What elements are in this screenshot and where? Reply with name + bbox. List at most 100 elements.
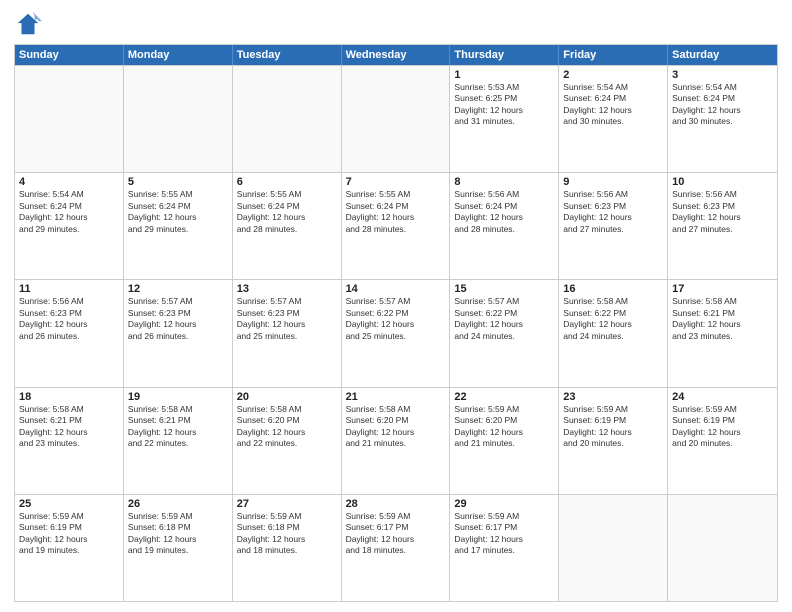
cell-day-number: 1 bbox=[454, 69, 554, 81]
cell-info: Sunrise: 5:59 AM Sunset: 6:19 PM Dayligh… bbox=[19, 511, 119, 557]
calendar-cell: 20Sunrise: 5:58 AM Sunset: 6:20 PM Dayli… bbox=[233, 388, 342, 494]
calendar-cell: 26Sunrise: 5:59 AM Sunset: 6:18 PM Dayli… bbox=[124, 495, 233, 601]
cell-info: Sunrise: 5:59 AM Sunset: 6:17 PM Dayligh… bbox=[454, 511, 554, 557]
calendar-cell: 28Sunrise: 5:59 AM Sunset: 6:17 PM Dayli… bbox=[342, 495, 451, 601]
calendar-cell: 14Sunrise: 5:57 AM Sunset: 6:22 PM Dayli… bbox=[342, 280, 451, 386]
calendar-week-1: 4Sunrise: 5:54 AM Sunset: 6:24 PM Daylig… bbox=[15, 172, 777, 279]
header-day-tuesday: Tuesday bbox=[233, 45, 342, 65]
header-day-wednesday: Wednesday bbox=[342, 45, 451, 65]
page: SundayMondayTuesdayWednesdayThursdayFrid… bbox=[0, 0, 792, 612]
logo-icon bbox=[14, 10, 42, 38]
calendar-cell: 18Sunrise: 5:58 AM Sunset: 6:21 PM Dayli… bbox=[15, 388, 124, 494]
cell-day-number: 25 bbox=[19, 498, 119, 510]
calendar-cell: 13Sunrise: 5:57 AM Sunset: 6:23 PM Dayli… bbox=[233, 280, 342, 386]
cell-info: Sunrise: 5:59 AM Sunset: 6:19 PM Dayligh… bbox=[672, 404, 773, 450]
calendar-week-2: 11Sunrise: 5:56 AM Sunset: 6:23 PM Dayli… bbox=[15, 279, 777, 386]
cell-day-number: 26 bbox=[128, 498, 228, 510]
calendar-cell: 4Sunrise: 5:54 AM Sunset: 6:24 PM Daylig… bbox=[15, 173, 124, 279]
calendar-cell: 16Sunrise: 5:58 AM Sunset: 6:22 PM Dayli… bbox=[559, 280, 668, 386]
cell-info: Sunrise: 5:56 AM Sunset: 6:24 PM Dayligh… bbox=[454, 189, 554, 235]
calendar-cell: 12Sunrise: 5:57 AM Sunset: 6:23 PM Dayli… bbox=[124, 280, 233, 386]
calendar-cell: 11Sunrise: 5:56 AM Sunset: 6:23 PM Dayli… bbox=[15, 280, 124, 386]
cell-info: Sunrise: 5:53 AM Sunset: 6:25 PM Dayligh… bbox=[454, 82, 554, 128]
cell-info: Sunrise: 5:59 AM Sunset: 6:17 PM Dayligh… bbox=[346, 511, 446, 557]
cell-info: Sunrise: 5:59 AM Sunset: 6:19 PM Dayligh… bbox=[563, 404, 663, 450]
cell-day-number: 8 bbox=[454, 176, 554, 188]
cell-info: Sunrise: 5:58 AM Sunset: 6:22 PM Dayligh… bbox=[563, 296, 663, 342]
cell-info: Sunrise: 5:58 AM Sunset: 6:21 PM Dayligh… bbox=[672, 296, 773, 342]
calendar-cell: 6Sunrise: 5:55 AM Sunset: 6:24 PM Daylig… bbox=[233, 173, 342, 279]
cell-day-number: 3 bbox=[672, 69, 773, 81]
cell-info: Sunrise: 5:56 AM Sunset: 6:23 PM Dayligh… bbox=[672, 189, 773, 235]
cell-info: Sunrise: 5:59 AM Sunset: 6:18 PM Dayligh… bbox=[128, 511, 228, 557]
cell-day-number: 17 bbox=[672, 283, 773, 295]
cell-info: Sunrise: 5:57 AM Sunset: 6:22 PM Dayligh… bbox=[454, 296, 554, 342]
calendar-cell bbox=[668, 495, 777, 601]
calendar-cell: 29Sunrise: 5:59 AM Sunset: 6:17 PM Dayli… bbox=[450, 495, 559, 601]
cell-info: Sunrise: 5:55 AM Sunset: 6:24 PM Dayligh… bbox=[237, 189, 337, 235]
cell-day-number: 20 bbox=[237, 391, 337, 403]
cell-day-number: 10 bbox=[672, 176, 773, 188]
calendar-cell: 25Sunrise: 5:59 AM Sunset: 6:19 PM Dayli… bbox=[15, 495, 124, 601]
calendar-cell: 21Sunrise: 5:58 AM Sunset: 6:20 PM Dayli… bbox=[342, 388, 451, 494]
cell-day-number: 6 bbox=[237, 176, 337, 188]
cell-day-number: 22 bbox=[454, 391, 554, 403]
cell-info: Sunrise: 5:54 AM Sunset: 6:24 PM Dayligh… bbox=[563, 82, 663, 128]
cell-day-number: 21 bbox=[346, 391, 446, 403]
header-day-monday: Monday bbox=[124, 45, 233, 65]
cell-day-number: 2 bbox=[563, 69, 663, 81]
calendar-cell bbox=[15, 66, 124, 172]
cell-day-number: 18 bbox=[19, 391, 119, 403]
calendar-cell bbox=[124, 66, 233, 172]
header-day-thursday: Thursday bbox=[450, 45, 559, 65]
calendar-cell: 24Sunrise: 5:59 AM Sunset: 6:19 PM Dayli… bbox=[668, 388, 777, 494]
cell-info: Sunrise: 5:58 AM Sunset: 6:21 PM Dayligh… bbox=[19, 404, 119, 450]
header-day-saturday: Saturday bbox=[668, 45, 777, 65]
calendar-cell: 1Sunrise: 5:53 AM Sunset: 6:25 PM Daylig… bbox=[450, 66, 559, 172]
cell-day-number: 29 bbox=[454, 498, 554, 510]
cell-day-number: 12 bbox=[128, 283, 228, 295]
cell-day-number: 5 bbox=[128, 176, 228, 188]
calendar-cell: 10Sunrise: 5:56 AM Sunset: 6:23 PM Dayli… bbox=[668, 173, 777, 279]
cell-day-number: 28 bbox=[346, 498, 446, 510]
cell-info: Sunrise: 5:59 AM Sunset: 6:18 PM Dayligh… bbox=[237, 511, 337, 557]
cell-info: Sunrise: 5:56 AM Sunset: 6:23 PM Dayligh… bbox=[19, 296, 119, 342]
cell-day-number: 4 bbox=[19, 176, 119, 188]
calendar-body: 1Sunrise: 5:53 AM Sunset: 6:25 PM Daylig… bbox=[15, 65, 777, 601]
cell-info: Sunrise: 5:58 AM Sunset: 6:20 PM Dayligh… bbox=[346, 404, 446, 450]
calendar-cell bbox=[559, 495, 668, 601]
calendar-cell: 19Sunrise: 5:58 AM Sunset: 6:21 PM Dayli… bbox=[124, 388, 233, 494]
calendar-cell: 9Sunrise: 5:56 AM Sunset: 6:23 PM Daylig… bbox=[559, 173, 668, 279]
cell-info: Sunrise: 5:57 AM Sunset: 6:23 PM Dayligh… bbox=[128, 296, 228, 342]
calendar-week-0: 1Sunrise: 5:53 AM Sunset: 6:25 PM Daylig… bbox=[15, 65, 777, 172]
header-day-sunday: Sunday bbox=[15, 45, 124, 65]
calendar-cell: 7Sunrise: 5:55 AM Sunset: 6:24 PM Daylig… bbox=[342, 173, 451, 279]
calendar-cell: 8Sunrise: 5:56 AM Sunset: 6:24 PM Daylig… bbox=[450, 173, 559, 279]
header bbox=[14, 10, 778, 38]
cell-day-number: 16 bbox=[563, 283, 663, 295]
calendar-header: SundayMondayTuesdayWednesdayThursdayFrid… bbox=[15, 45, 777, 65]
cell-day-number: 24 bbox=[672, 391, 773, 403]
calendar-cell bbox=[342, 66, 451, 172]
cell-info: Sunrise: 5:55 AM Sunset: 6:24 PM Dayligh… bbox=[346, 189, 446, 235]
cell-day-number: 9 bbox=[563, 176, 663, 188]
cell-info: Sunrise: 5:54 AM Sunset: 6:24 PM Dayligh… bbox=[19, 189, 119, 235]
cell-day-number: 7 bbox=[346, 176, 446, 188]
calendar-cell: 17Sunrise: 5:58 AM Sunset: 6:21 PM Dayli… bbox=[668, 280, 777, 386]
cell-info: Sunrise: 5:57 AM Sunset: 6:23 PM Dayligh… bbox=[237, 296, 337, 342]
calendar-cell: 27Sunrise: 5:59 AM Sunset: 6:18 PM Dayli… bbox=[233, 495, 342, 601]
calendar-cell: 22Sunrise: 5:59 AM Sunset: 6:20 PM Dayli… bbox=[450, 388, 559, 494]
cell-day-number: 13 bbox=[237, 283, 337, 295]
cell-day-number: 14 bbox=[346, 283, 446, 295]
header-day-friday: Friday bbox=[559, 45, 668, 65]
logo bbox=[14, 10, 46, 38]
cell-info: Sunrise: 5:58 AM Sunset: 6:20 PM Dayligh… bbox=[237, 404, 337, 450]
cell-day-number: 19 bbox=[128, 391, 228, 403]
calendar-week-3: 18Sunrise: 5:58 AM Sunset: 6:21 PM Dayli… bbox=[15, 387, 777, 494]
calendar-cell: 15Sunrise: 5:57 AM Sunset: 6:22 PM Dayli… bbox=[450, 280, 559, 386]
cell-info: Sunrise: 5:57 AM Sunset: 6:22 PM Dayligh… bbox=[346, 296, 446, 342]
calendar-cell bbox=[233, 66, 342, 172]
cell-info: Sunrise: 5:55 AM Sunset: 6:24 PM Dayligh… bbox=[128, 189, 228, 235]
calendar-cell: 2Sunrise: 5:54 AM Sunset: 6:24 PM Daylig… bbox=[559, 66, 668, 172]
cell-day-number: 27 bbox=[237, 498, 337, 510]
